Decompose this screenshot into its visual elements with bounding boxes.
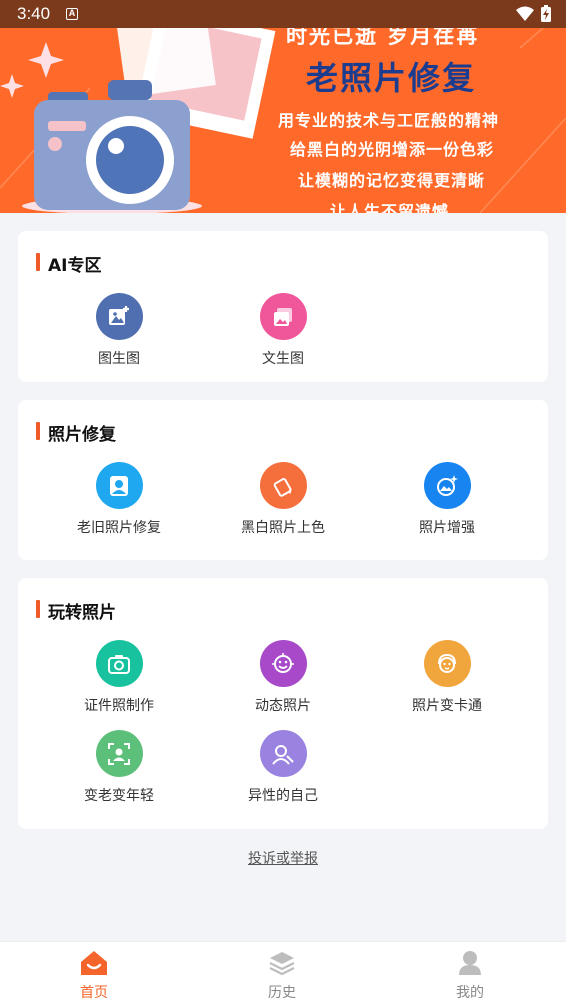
status-icons <box>516 5 552 23</box>
cartoon-face-icon <box>423 640 471 687</box>
tool-label: 变老变年轻 <box>84 788 154 804</box>
paint-bucket-icon <box>259 462 307 509</box>
tool-age-change[interactable]: 变老变年轻 <box>44 730 194 805</box>
person-swap-icon <box>259 730 307 777</box>
section-title: 照片修复 <box>36 420 116 445</box>
status-time: 3:40 <box>17 4 51 23</box>
nav-history[interactable]: 历史 <box>242 950 322 1002</box>
tool-image-to-image[interactable]: 图生图 <box>44 293 194 368</box>
banner-line: 给黑白的光阴增添一份色彩 <box>290 140 495 159</box>
tool-enhance[interactable]: 照片增强 <box>372 462 522 537</box>
tool-label: 异性的自己 <box>248 788 318 804</box>
nav-home[interactable]: 首页 <box>54 950 134 1002</box>
nav-label: 首页 <box>80 985 108 1001</box>
user-icon <box>459 951 481 975</box>
bottom-nav: 首页 历史 我的 <box>0 941 566 1008</box>
hero-banner[interactable]: 时光已逝 岁月荏苒 老照片修复 用专业的技术与工匠般的精神 给黑白的光阴增添一份… <box>0 28 566 213</box>
layers-icon <box>269 952 295 976</box>
tool-gender-swap[interactable]: 异性的自己 <box>208 730 358 805</box>
section-repair: 照片修复 老旧照片修复 黑白照片上色 照片增强 <box>18 400 548 560</box>
tool-label: 图生图 <box>98 351 140 367</box>
tool-label: 老旧照片修复 <box>77 520 161 536</box>
tool-colorize[interactable]: 黑白照片上色 <box>208 462 358 537</box>
sparkle-icon <box>28 42 64 78</box>
banner-title: 老照片修复 <box>306 59 477 97</box>
battery-icon <box>541 5 551 22</box>
smile-face-icon <box>259 640 307 687</box>
sparkle-icon <box>0 74 24 98</box>
nav-label: 历史 <box>268 985 296 1001</box>
tool-label: 照片变卡通 <box>412 698 482 714</box>
section-title: AI专区 <box>35 251 101 276</box>
tool-label: 照片增强 <box>419 520 475 536</box>
banner-line: 让人生不留遗憾 <box>330 202 450 213</box>
banner-tagline: 时光已逝 岁月荏苒 <box>286 28 480 48</box>
tool-label: 动态照片 <box>255 698 311 714</box>
nav-label: 我的 <box>456 985 484 1001</box>
banner-line: 用专业的技术与工匠般的精神 <box>278 111 500 130</box>
image-sparkle-icon <box>423 462 471 509</box>
tool-id-photo[interactable]: 证件照制作 <box>44 640 194 715</box>
face-scan-icon <box>95 730 143 777</box>
nav-mine[interactable]: 我的 <box>430 950 510 1002</box>
tool-label: 文生图 <box>262 351 304 367</box>
tool-label: 黑白照片上色 <box>241 520 325 536</box>
section-ai: AI专区 图生图 文生图 <box>18 231 548 382</box>
home-icon <box>81 951 107 975</box>
banner-line: 让模糊的记忆变得更清晰 <box>298 171 486 190</box>
image-stack-icon <box>259 293 307 340</box>
section-fun: 玩转照片 证件照制作 动态照片 照片变卡通 变老变年轻 异性的自己 <box>18 578 548 829</box>
tool-animated-photo[interactable]: 动态照片 <box>208 640 358 715</box>
notification-icon: A <box>66 8 78 20</box>
tool-cartoon[interactable]: 照片变卡通 <box>372 640 522 715</box>
portrait-icon <box>95 462 143 509</box>
tool-text-to-image[interactable]: 文生图 <box>208 293 358 368</box>
wifi-icon <box>516 6 534 21</box>
section-title: 玩转照片 <box>36 598 116 623</box>
status-bar: 3:40 A <box>0 0 566 28</box>
report-link[interactable]: 投诉或举报 <box>0 848 566 868</box>
tool-old-photo-repair[interactable]: 老旧照片修复 <box>44 462 194 537</box>
image-add-icon <box>95 293 143 340</box>
tool-label: 证件照制作 <box>84 698 154 714</box>
camera-icon <box>95 640 143 687</box>
